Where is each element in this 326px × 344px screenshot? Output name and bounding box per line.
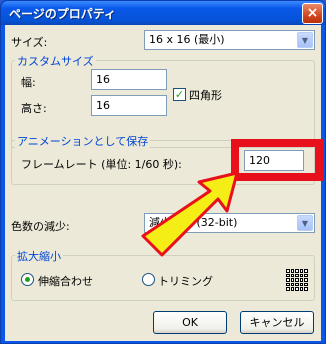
page-properties-dialog: ページのプロパティ × サイズ: 16 x 16 (最小) ▼ カスタムサイズ … — [0, 0, 326, 344]
yellow-arrow-icon — [141, 171, 239, 257]
